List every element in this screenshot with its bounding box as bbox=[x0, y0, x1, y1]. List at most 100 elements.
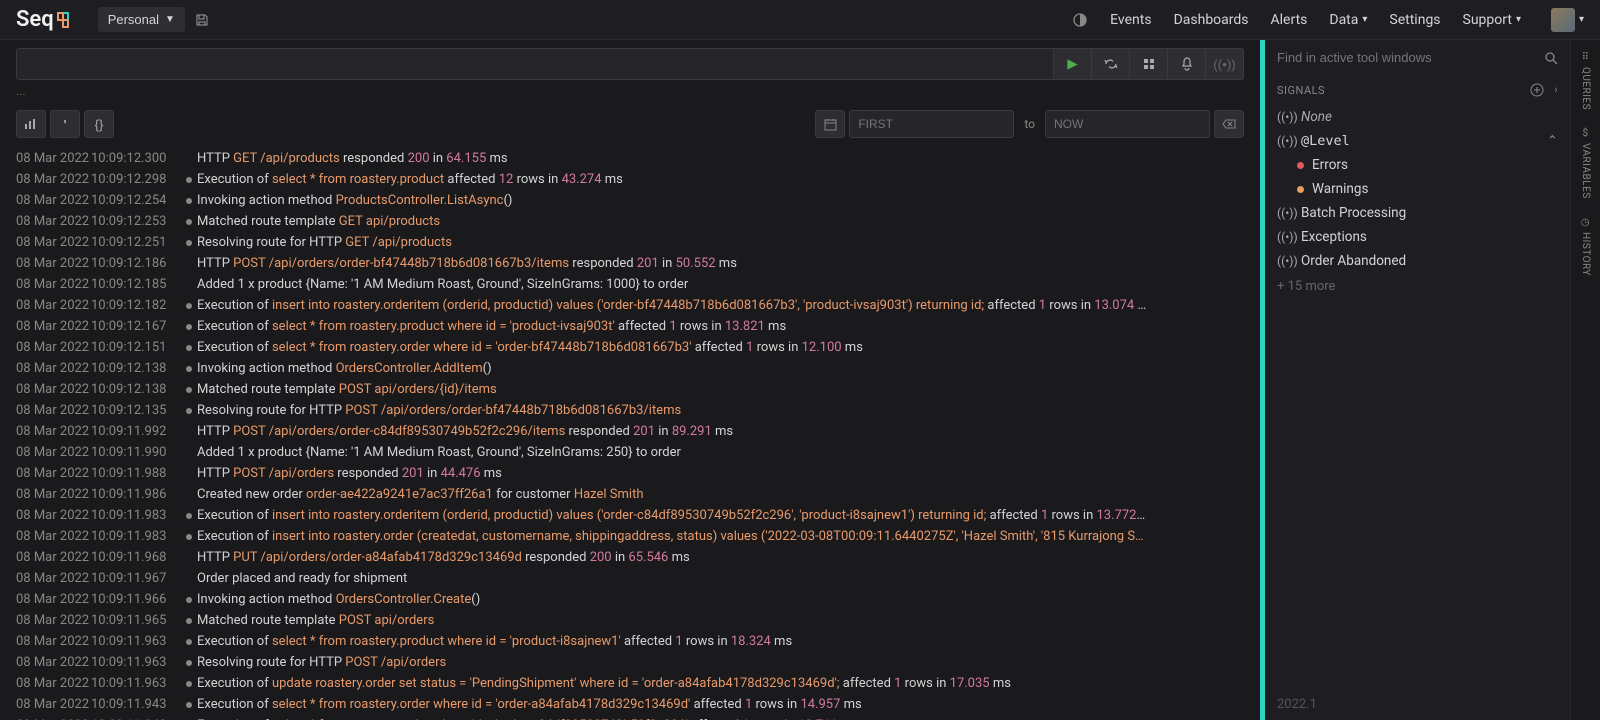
sidebar: SIGNALS › ((•))None ((•))@Level⌃ Errors … bbox=[1260, 40, 1570, 720]
signals-more[interactable]: + 15 more bbox=[1265, 273, 1570, 300]
signal-warnings[interactable]: Warnings bbox=[1265, 177, 1570, 201]
nav-events[interactable]: Events bbox=[1110, 12, 1151, 28]
log-level-dot bbox=[181, 191, 197, 210]
log-row[interactable]: 08 Mar 202210:09:11.990Added 1 x product… bbox=[0, 442, 1260, 463]
refresh-button[interactable] bbox=[1092, 48, 1130, 80]
log-row[interactable]: 08 Mar 202210:09:12.167Execution of sele… bbox=[0, 316, 1260, 337]
rail-history[interactable]: ◷HISTORY bbox=[1580, 217, 1591, 276]
log-date: 08 Mar 2022 bbox=[16, 653, 91, 672]
log-time: 10:09:12.182 bbox=[91, 296, 181, 315]
log-row[interactable]: 08 Mar 202210:09:12.138Invoking action m… bbox=[0, 358, 1260, 379]
log-list[interactable]: 08 Mar 202210:09:12.300HTTP GET /api/pro… bbox=[0, 144, 1260, 720]
log-row[interactable]: 08 Mar 202210:09:12.298Execution of sele… bbox=[0, 169, 1260, 190]
log-message: Matched route template GET api/products bbox=[197, 212, 1244, 231]
log-date: 08 Mar 2022 bbox=[16, 233, 91, 252]
log-row[interactable]: 08 Mar 202210:09:11.963Execution of upda… bbox=[0, 673, 1260, 694]
run-query-button[interactable]: ▶ bbox=[1054, 48, 1092, 80]
log-message: Resolving route for HTTP GET /api/produc… bbox=[197, 233, 1244, 252]
log-message: Matched route template POST api/orders bbox=[197, 611, 1244, 630]
signal-abandoned[interactable]: ((•))Order Abandoned bbox=[1265, 249, 1570, 273]
to-label: to bbox=[1018, 117, 1041, 131]
nav-data[interactable]: Data▾ bbox=[1329, 12, 1367, 28]
signal-none[interactable]: ((•))None bbox=[1265, 105, 1570, 129]
search-icon[interactable] bbox=[1544, 51, 1558, 65]
log-message: Execution of select * from roastery.prod… bbox=[197, 170, 1244, 189]
log-row[interactable]: 08 Mar 202210:09:11.983Execution of inse… bbox=[0, 526, 1260, 547]
log-level-dot bbox=[181, 317, 197, 336]
chart-icon bbox=[24, 118, 38, 130]
toolbar: ' {} to bbox=[0, 104, 1260, 144]
query-bar: ▶ ((•)) bbox=[0, 40, 1260, 84]
nav-support[interactable]: Support▾ bbox=[1463, 12, 1521, 28]
signals-header: SIGNALS › bbox=[1265, 75, 1570, 105]
log-time: 10:09:12.151 bbox=[91, 338, 181, 357]
signal-button[interactable]: ((•)) bbox=[1206, 48, 1244, 80]
log-row[interactable]: 08 Mar 202210:09:12.135Resolving route f… bbox=[0, 400, 1260, 421]
log-date: 08 Mar 2022 bbox=[16, 485, 91, 504]
chart-button[interactable] bbox=[16, 110, 46, 138]
user-menu[interactable]: ▾ bbox=[1543, 8, 1584, 32]
save-icon[interactable] bbox=[195, 13, 209, 27]
broadcast-icon: ((•)) bbox=[1277, 206, 1293, 220]
rail-queries[interactable]: ⠿QUERIES bbox=[1580, 52, 1591, 110]
log-row[interactable]: 08 Mar 202210:09:12.138Matched route tem… bbox=[0, 379, 1260, 400]
log-row[interactable]: 08 Mar 202210:09:11.986Created new order… bbox=[0, 484, 1260, 505]
expand-button[interactable] bbox=[1130, 48, 1168, 80]
log-row[interactable]: 08 Mar 202210:09:11.988HTTP POST /api/or… bbox=[0, 463, 1260, 484]
log-date: 08 Mar 2022 bbox=[16, 149, 91, 168]
nav-alerts[interactable]: Alerts bbox=[1271, 12, 1308, 28]
chevron-right-icon[interactable]: › bbox=[1554, 83, 1558, 97]
calendar-button[interactable] bbox=[815, 110, 845, 138]
nav-settings[interactable]: Settings bbox=[1389, 12, 1440, 28]
log-row[interactable]: 08 Mar 202210:09:11.992HTTP POST /api/or… bbox=[0, 421, 1260, 442]
log-row[interactable]: 08 Mar 202210:09:12.185Added 1 x product… bbox=[0, 274, 1260, 295]
log-row[interactable]: 08 Mar 202210:09:12.253Matched route tem… bbox=[0, 211, 1260, 232]
date-from-input[interactable] bbox=[849, 110, 1014, 138]
broadcast-icon: ((•)) bbox=[1213, 57, 1235, 72]
log-row[interactable]: 08 Mar 202210:09:11.943Execution of sele… bbox=[0, 694, 1260, 715]
right-rail: ⠿QUERIES $VARIABLES ◷HISTORY bbox=[1570, 40, 1600, 720]
log-row[interactable]: 08 Mar 202210:09:11.963Resolving route f… bbox=[0, 652, 1260, 673]
alert-button[interactable] bbox=[1168, 48, 1206, 80]
chevron-down-icon: ▼ bbox=[165, 14, 175, 25]
log-level-dot bbox=[181, 401, 197, 420]
log-row[interactable]: 08 Mar 202210:09:12.254Invoking action m… bbox=[0, 190, 1260, 211]
quote-button[interactable]: ' bbox=[50, 110, 80, 138]
clear-icon bbox=[1222, 118, 1236, 130]
log-row[interactable]: 08 Mar 202210:09:12.182Execution of inse… bbox=[0, 295, 1260, 316]
broadcast-icon: ((•)) bbox=[1277, 134, 1293, 148]
signal-batch[interactable]: ((•))Batch Processing bbox=[1265, 201, 1570, 225]
date-to-input[interactable] bbox=[1045, 110, 1210, 138]
find-input[interactable] bbox=[1277, 50, 1544, 65]
log-row[interactable]: 08 Mar 202210:09:11.965Matched route tem… bbox=[0, 610, 1260, 631]
log-row[interactable]: 08 Mar 202210:09:12.300HTTP GET /api/pro… bbox=[0, 148, 1260, 169]
add-signal-icon[interactable] bbox=[1530, 83, 1544, 97]
braces-button[interactable]: {} bbox=[84, 110, 114, 138]
log-level-dot bbox=[181, 716, 197, 720]
workspace-selector[interactable]: Personal ▼ bbox=[98, 7, 185, 32]
log-row[interactable]: 08 Mar 202210:09:11.963Execution of sele… bbox=[0, 631, 1260, 652]
log-row[interactable]: 08 Mar 202210:09:11.966Invoking action m… bbox=[0, 589, 1260, 610]
logo[interactable]: Seq bbox=[16, 7, 70, 32]
log-time: 10:09:11.943 bbox=[91, 695, 181, 714]
log-level-dot bbox=[181, 170, 197, 189]
log-date: 08 Mar 2022 bbox=[16, 464, 91, 483]
signal-exceptions[interactable]: ((•))Exceptions bbox=[1265, 225, 1570, 249]
log-date: 08 Mar 2022 bbox=[16, 317, 91, 336]
signal-level[interactable]: ((•))@Level⌃ bbox=[1265, 129, 1570, 153]
signal-errors[interactable]: Errors bbox=[1265, 153, 1570, 177]
logo-mark-icon bbox=[56, 11, 70, 29]
log-row[interactable]: 08 Mar 202210:09:12.251Resolving route f… bbox=[0, 232, 1260, 253]
nav-dashboards[interactable]: Dashboards bbox=[1174, 12, 1249, 28]
log-row[interactable]: 08 Mar 202210:09:12.151Execution of sele… bbox=[0, 337, 1260, 358]
log-row[interactable]: 08 Mar 202210:09:11.967Order placed and … bbox=[0, 568, 1260, 589]
log-level-dot bbox=[181, 212, 197, 231]
log-row[interactable]: 08 Mar 202210:09:11.943Execution of sele… bbox=[0, 715, 1260, 720]
rail-variables[interactable]: $VARIABLES bbox=[1580, 128, 1591, 199]
log-row[interactable]: 08 Mar 202210:09:11.968HTTP PUT /api/ord… bbox=[0, 547, 1260, 568]
clear-date-button[interactable] bbox=[1214, 110, 1244, 138]
log-row[interactable]: 08 Mar 202210:09:12.186HTTP POST /api/or… bbox=[0, 253, 1260, 274]
log-row[interactable]: 08 Mar 202210:09:11.983Execution of inse… bbox=[0, 505, 1260, 526]
theme-toggle-icon[interactable] bbox=[1072, 12, 1088, 28]
query-input[interactable] bbox=[16, 48, 1054, 80]
